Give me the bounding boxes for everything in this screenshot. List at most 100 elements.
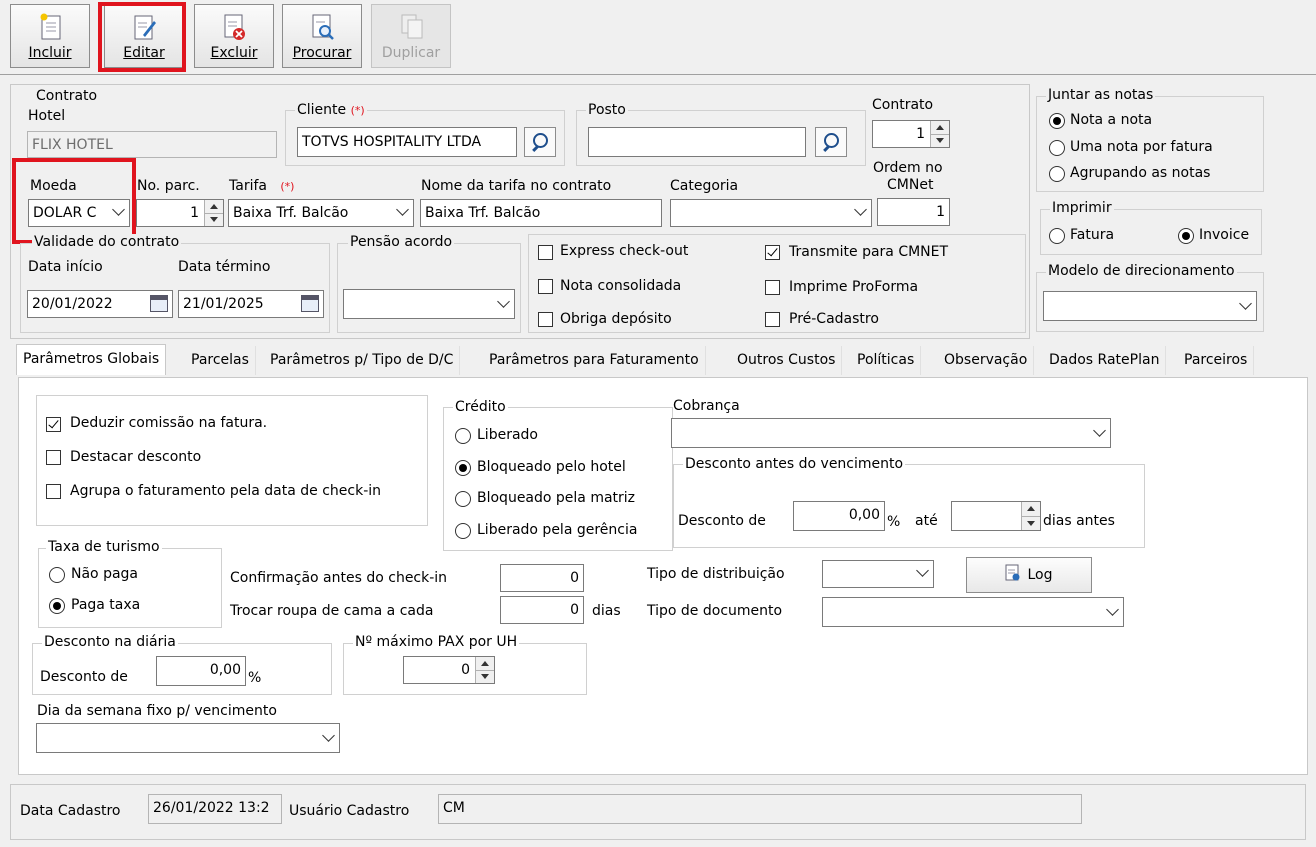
pre-cadastro-checkbox[interactable] — [765, 312, 780, 327]
obriga-deposito-checkbox[interactable] — [538, 312, 553, 327]
destacar-checkbox[interactable] — [46, 450, 61, 465]
nome-tarifa-field[interactable]: Baixa Trf. Balcão — [420, 199, 662, 227]
pensao-select[interactable] — [343, 289, 515, 319]
chevron-down-icon — [1239, 297, 1252, 310]
noparc-value: 1 — [190, 205, 199, 221]
transmite-checkbox[interactable] — [765, 245, 780, 260]
modelo-select[interactable] — [1043, 291, 1257, 321]
taxa-label: Taxa de turismo — [46, 539, 162, 555]
fatura-radio[interactable] — [1049, 228, 1065, 244]
noparc-spinner[interactable]: 1 — [136, 199, 224, 227]
contrato-value: 1 — [916, 126, 925, 142]
nota-consolidada-checkbox[interactable] — [538, 279, 553, 294]
data-termino-field[interactable]: 21/01/2025 — [178, 290, 324, 318]
credito-label: Crédito — [453, 399, 508, 415]
trocar-field[interactable]: 0 — [500, 596, 584, 624]
categoria-select[interactable] — [670, 199, 872, 227]
editar-button[interactable]: Editar — [104, 4, 184, 68]
bloqueado-matriz-radio[interactable] — [455, 491, 471, 507]
toolbar: Incluir Editar Excluir Procurar Duplicar — [0, 0, 1316, 75]
data-inicio-value: 20/01/2022 — [32, 296, 113, 312]
desconto-diaria-field[interactable]: 0,00 — [156, 656, 246, 686]
duplicar-button[interactable]: Duplicar — [371, 4, 451, 68]
desconto-venc-field[interactable]: 0,00 — [793, 501, 885, 531]
obriga-deposito-label: Obriga depósito — [560, 311, 672, 327]
desconto-vencimento-label: Desconto antes do vencimento — [683, 456, 906, 472]
pax-spin-icon[interactable] — [475, 657, 494, 683]
incluir-label: Incluir — [28, 45, 72, 61]
invoice-radio[interactable] — [1178, 228, 1194, 244]
dias-antes-label: dias antes — [1043, 513, 1115, 529]
excluir-button[interactable]: Excluir — [194, 4, 274, 68]
tipo-distrib-label: Tipo de distribuição — [647, 566, 785, 582]
posto-field[interactable] — [588, 127, 806, 157]
liberado-gerencia-radio[interactable] — [455, 523, 471, 539]
noparc-spin-icon[interactable] — [204, 200, 223, 226]
log-label: Log — [1027, 567, 1053, 583]
ordem-label-2: CMNet — [887, 177, 934, 193]
tarifa-select[interactable]: Baixa Trf. Balcão — [228, 199, 414, 227]
procurar-label: Procurar — [292, 45, 352, 61]
tab-parametros-faturamento[interactable]: Parâmetros para Faturamento — [483, 346, 706, 375]
nota-a-nota-label: Nota a nota — [1070, 112, 1153, 128]
cliente-search-button[interactable] — [524, 127, 556, 157]
cobranca-label: Cobrança — [673, 398, 740, 414]
tipo-doc-select[interactable] — [822, 597, 1124, 627]
ordem-field[interactable]: 1 — [877, 198, 950, 226]
procurar-button[interactable]: Procurar — [282, 4, 362, 68]
bloqueado-hotel-radio[interactable] — [455, 460, 471, 476]
agrupando-label: Agrupando as notas — [1070, 165, 1211, 181]
cliente-field[interactable]: TOTVS HOSPITALITY LTDA — [297, 127, 517, 157]
bloqueado-hotel-label: Bloqueado pelo hotel — [477, 459, 626, 475]
dias-antes-spin-icon[interactable] — [1021, 502, 1040, 530]
agrupa-checkbox[interactable] — [46, 484, 61, 499]
invoice-label: Invoice — [1199, 227, 1250, 243]
contrato-label: Contrato — [872, 97, 934, 113]
nao-paga-radio[interactable] — [49, 567, 65, 583]
confirmacao-field[interactable]: 0 — [500, 564, 584, 592]
calendar-icon[interactable] — [150, 295, 168, 312]
edit-document-icon — [134, 15, 156, 40]
tab-outros-custos[interactable]: Outros Custos — [731, 346, 843, 375]
express-checkbox[interactable] — [538, 245, 553, 260]
tab-parcelas[interactable]: Parcelas — [185, 346, 256, 375]
desconto-vencimento-group — [673, 464, 1145, 548]
transmite-label: Transmite para CMNET — [789, 244, 949, 260]
tab-politicas[interactable]: Políticas — [851, 346, 922, 375]
cobranca-select[interactable] — [671, 418, 1111, 448]
nota-a-nota-radio[interactable] — [1049, 113, 1065, 129]
imprime-proforma-checkbox[interactable] — [765, 280, 780, 295]
tab-dados-rateplan[interactable]: Dados RatePlan — [1043, 346, 1167, 375]
usuario-cadastro-field: CM — [438, 794, 1082, 824]
dias-antes-spinner[interactable] — [951, 501, 1041, 531]
chevron-down-icon — [1106, 603, 1119, 616]
tab-observacao[interactable]: Observação — [938, 346, 1035, 375]
data-inicio-field[interactable]: 20/01/2022 — [27, 290, 173, 318]
deduzir-label: Deduzir comissão na fatura. — [70, 415, 268, 431]
paga-taxa-radio[interactable] — [49, 598, 65, 614]
incluir-button[interactable]: Incluir — [10, 4, 90, 68]
posto-search-button[interactable] — [815, 127, 847, 157]
log-button[interactable]: Log — [966, 557, 1092, 593]
tab-parceiros[interactable]: Parceiros — [1178, 346, 1255, 375]
contrato-spinner[interactable]: 1 — [872, 120, 950, 148]
chevron-down-icon — [112, 203, 125, 216]
tab-parametros-globais[interactable]: Parâmetros Globais — [16, 344, 167, 375]
dia-semana-select[interactable] — [36, 723, 340, 753]
liberado-radio[interactable] — [455, 428, 471, 444]
moeda-select[interactable]: DOLAR C — [28, 199, 130, 227]
deduzir-checkbox[interactable] — [46, 417, 61, 432]
agrupando-radio[interactable] — [1049, 166, 1065, 182]
fatura-label: Fatura — [1070, 227, 1115, 243]
calendar-icon[interactable] — [301, 295, 319, 312]
tab-parametros-dc[interactable]: Parâmetros p/ Tipo de D/C — [264, 346, 461, 375]
pax-spinner[interactable]: 0 — [403, 656, 495, 684]
pensao-label: Pensão acordo — [348, 234, 455, 250]
uma-nota-radio[interactable] — [1049, 140, 1065, 156]
posto-label: Posto — [586, 102, 628, 118]
contrato-spin-icon[interactable] — [930, 121, 949, 147]
data-cadastro-field: 26/01/2022 13:2 — [148, 794, 282, 824]
usuario-cadastro-label: Usuário Cadastro — [289, 803, 410, 819]
cliente-label: Cliente (*) — [295, 102, 367, 118]
tipo-distrib-select[interactable] — [822, 560, 934, 588]
